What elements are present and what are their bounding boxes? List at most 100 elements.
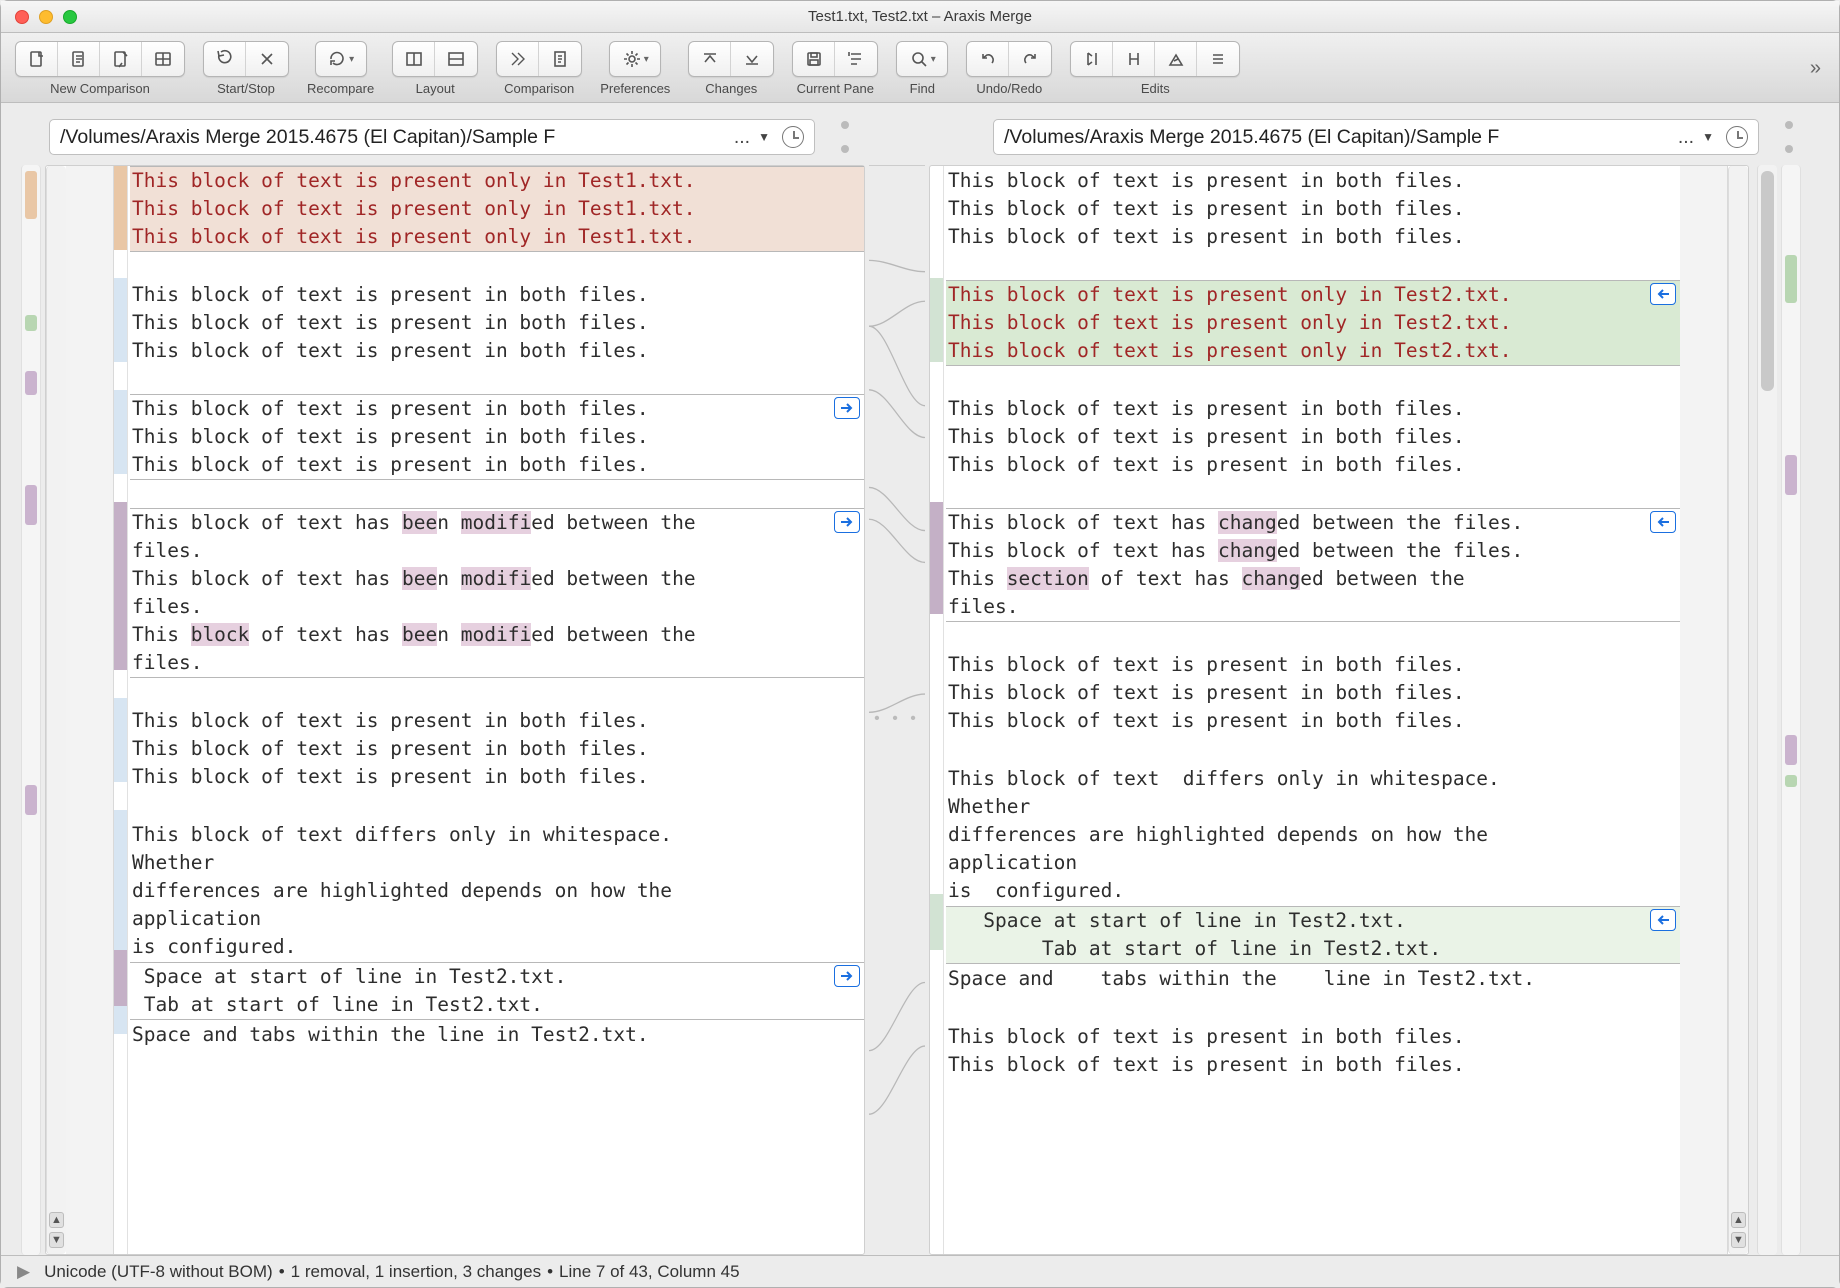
merge-right-button[interactable] [834, 397, 860, 419]
history-icon[interactable] [1726, 126, 1748, 148]
left-text-column[interactable]: This block of text is present only in Te… [128, 166, 864, 1254]
path-overflow: ... [1678, 126, 1694, 149]
edits-4-button[interactable] [1197, 42, 1239, 76]
diff-block[interactable]: This block of text is present in both fi… [946, 394, 1680, 480]
text-line: Tab at start of line in Test2.txt. [130, 991, 864, 1019]
path-separator-dots [815, 121, 875, 153]
toolbar-label: Recompare [307, 81, 374, 96]
redo-button[interactable] [1009, 42, 1051, 76]
diff-block[interactable]: This block of text is present in both fi… [130, 394, 864, 480]
toolbar-label: Edits [1141, 81, 1170, 96]
prev-change-button[interactable] [689, 42, 731, 76]
dropdown-icon[interactable]: ▼ [758, 130, 770, 144]
status-bar: ▶ Unicode (UTF-8 without BOM) • 1 remova… [1, 1255, 1839, 1287]
merge-right-button[interactable] [834, 965, 860, 987]
edits-1-button[interactable] [1071, 42, 1113, 76]
text-line: This block of text is present in both fi… [130, 281, 864, 309]
diff-block[interactable]: Space and tabs within the line in Test2.… [946, 964, 1680, 994]
new-text-comparison-button[interactable] [16, 42, 58, 76]
merge-left-button[interactable] [1650, 909, 1676, 931]
diff-block[interactable]: This block of text is present in both fi… [130, 706, 864, 792]
text-line: This block of text is present only in Te… [946, 281, 1680, 309]
window-title: Test1.txt, Test2.txt – Araxis Merge [1, 8, 1839, 25]
preferences-button[interactable]: ▾ [610, 42, 660, 76]
right-nav-strip[interactable]: ▲ ▼ [1728, 166, 1748, 1254]
right-text-column[interactable]: This block of text is present in both fi… [944, 166, 1680, 1254]
edits-3-button[interactable] [1155, 42, 1197, 76]
scrollbar-thumb[interactable] [1761, 171, 1774, 391]
status-summary: 1 removal, 1 insertion, 3 changes [291, 1262, 541, 1282]
new-image-comparison-button[interactable] [142, 42, 184, 76]
left-overview-rail[interactable] [21, 165, 41, 1255]
diff-block[interactable]: This block of text is present in both fi… [946, 1022, 1680, 1080]
text-line: files. [130, 649, 864, 677]
diff-block[interactable]: This block of text is present only in Te… [130, 166, 864, 252]
toolbar-label: Current Pane [797, 81, 874, 96]
nav-first-icon[interactable]: ▲ [49, 1212, 64, 1228]
text-line: Space at start of line in Test2.txt. [946, 907, 1680, 935]
nav-last-icon[interactable]: ▼ [49, 1232, 64, 1248]
text-line: This block of text is present only in Te… [130, 195, 864, 223]
text-line: This block of text is present in both fi… [946, 679, 1680, 707]
save-pane-button[interactable] [793, 42, 835, 76]
dropdown-icon[interactable]: ▼ [1702, 130, 1714, 144]
layout-vertical-button[interactable] [435, 42, 477, 76]
diff-block[interactable]: This block of text has changed between t… [946, 508, 1680, 622]
toolbar-group-comparison: Comparison [496, 41, 582, 96]
history-icon[interactable] [782, 126, 804, 148]
nav-first-icon[interactable]: ▲ [1731, 1212, 1746, 1228]
text-line: This block of text is present in both fi… [946, 223, 1680, 251]
toolbar-overflow-button[interactable]: » [1810, 57, 1825, 80]
find-button[interactable]: ▾ [897, 42, 947, 76]
status-disclosure-icon[interactable]: ▶ [17, 1262, 30, 1282]
toolbar-group-new-comparison: New Comparison [15, 41, 185, 96]
text-line: This block of text is present in both fi… [946, 1023, 1680, 1051]
comparison-report-button[interactable] [539, 42, 581, 76]
edits-2-button[interactable] [1113, 42, 1155, 76]
diff-block[interactable]: This block of text differs only in white… [946, 764, 1680, 906]
left-gutter [114, 166, 128, 1254]
diff-block[interactable]: This block of text is present only in Te… [946, 280, 1680, 366]
merge-left-button[interactable] [1650, 283, 1676, 305]
start-button[interactable] [204, 42, 246, 76]
path-separator-dots [1759, 121, 1819, 153]
layout-horizontal-button[interactable] [393, 42, 435, 76]
text-line: This block of text is present in both fi… [946, 167, 1680, 195]
toolbar-group-current-pane: Current Pane [792, 41, 878, 96]
text-line: files. [130, 593, 864, 621]
diff-block[interactable]: Space at start of line in Test2.txt. Tab… [130, 962, 864, 1020]
left-nav-strip[interactable]: ▲ ▼ [46, 166, 66, 1254]
diff-block[interactable]: This block of text differs only in white… [130, 820, 864, 962]
right-gutter [930, 166, 944, 1254]
diff-block[interactable]: This block of text is present in both fi… [946, 650, 1680, 736]
left-file-path-field[interactable]: /Volumes/Araxis Merge 2015.4675 (El Capi… [49, 119, 815, 155]
toolbar-label: Undo/Redo [976, 81, 1042, 96]
nav-last-icon[interactable]: ▼ [1731, 1232, 1746, 1248]
diff-block[interactable]: This block of text is present in both fi… [130, 280, 864, 366]
new-folder-comparison-button[interactable] [58, 42, 100, 76]
edit-pane-button[interactable] [835, 42, 877, 76]
sync-handle-icon[interactable]: • • • [869, 710, 925, 728]
right-overview-rail[interactable] [1781, 165, 1801, 1255]
new-binary-comparison-button[interactable] [100, 42, 142, 76]
diff-block[interactable]: This block of text has been modified bet… [130, 508, 864, 678]
text-line: is configured. [130, 933, 864, 961]
stop-button[interactable] [246, 42, 288, 76]
diff-block[interactable]: Space and tabs within the line in Test2.… [130, 1020, 864, 1050]
text-line: This block of text has changed between t… [946, 509, 1680, 537]
right-file-path-field[interactable]: /Volumes/Araxis Merge 2015.4675 (El Capi… [993, 119, 1759, 155]
left-file-path-text: /Volumes/Araxis Merge 2015.4675 (El Capi… [60, 126, 726, 149]
diff-block[interactable]: Space at start of line in Test2.txt. Tab… [946, 906, 1680, 964]
comparison-summary-button[interactable] [497, 42, 539, 76]
toolbar-group-edits: Edits [1070, 41, 1240, 96]
text-line: differences are highlighted depends on h… [130, 877, 864, 905]
next-change-button[interactable] [731, 42, 773, 76]
diff-block[interactable]: This block of text is present in both fi… [946, 166, 1680, 252]
toolbar-group-changes: Changes [688, 41, 774, 96]
undo-button[interactable] [967, 42, 1009, 76]
text-line: differences are highlighted depends on h… [946, 821, 1680, 849]
scrollbar[interactable] [1757, 165, 1777, 1255]
merge-left-button[interactable] [1650, 511, 1676, 533]
recompare-button[interactable]: ▾ [316, 42, 366, 76]
merge-right-button[interactable] [834, 511, 860, 533]
